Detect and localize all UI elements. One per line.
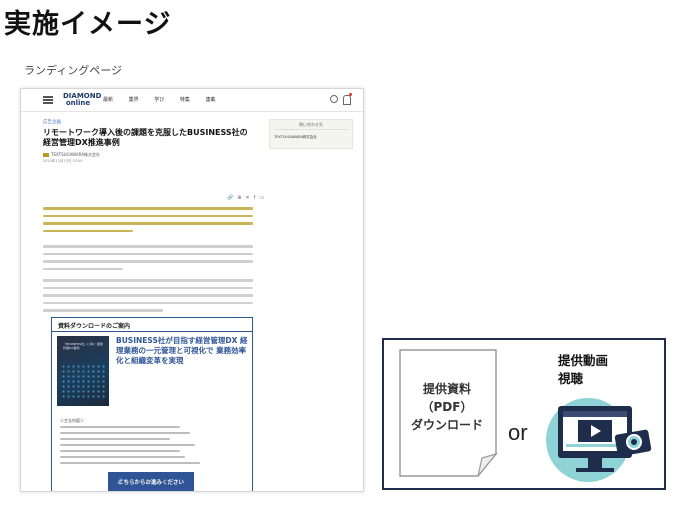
cover-pattern	[61, 364, 105, 400]
text-line	[43, 214, 253, 217]
text-line	[43, 222, 253, 225]
section-label: ランディングページ	[24, 64, 123, 77]
list-item	[60, 462, 200, 464]
mock-article: 広告企画 リモートワーク導入後の課題を克服したBUSINESS社の経営管理DX推…	[43, 119, 264, 491]
nav-item[interactable]: 連載	[205, 97, 215, 103]
article-category: 広告企画	[43, 120, 61, 125]
list-item	[60, 438, 170, 440]
points-list	[60, 426, 240, 468]
text-line	[43, 260, 253, 263]
video-monitor-icon	[546, 398, 652, 482]
nav-item[interactable]: 最新	[103, 97, 113, 103]
body-text	[43, 245, 255, 275]
whitepaper-cover-title: 「BUSINESS社」に導く 経営管理DX事例	[63, 342, 103, 350]
list-item	[60, 444, 195, 446]
mock-header: DIAMOND online 最新 業界 学び 特集 連載	[21, 89, 363, 112]
divider	[52, 331, 252, 332]
text-line	[43, 309, 163, 312]
text-line	[43, 245, 253, 248]
article-date: 2024年12月13日 10:00	[43, 159, 83, 163]
site-logo[interactable]: DIAMOND online	[63, 93, 101, 107]
nav-item[interactable]: 学び	[154, 97, 164, 103]
article-headline: リモートワーク導入後の課題を克服したBUSINESS社の経営管理DX推進事例	[43, 128, 248, 147]
contact-sidebar: 問い合わせ先 TEXTSUGAWARA株式会社	[269, 119, 353, 149]
whitepaper-cover: 「BUSINESS社」に導く 経営管理DX事例	[57, 336, 109, 406]
text-line	[43, 301, 253, 304]
hamburger-icon[interactable]	[43, 96, 53, 104]
list-item	[60, 456, 185, 458]
list-item	[60, 426, 180, 428]
contact-title: 問い合わせ先	[299, 122, 323, 127]
text-line	[43, 279, 253, 282]
share-icons-bottom[interactable]: 🔗⊕✕f▭⊙	[117, 479, 172, 485]
list-item	[60, 432, 190, 434]
offer-panel: 提供資料 （PDF） ダウンロード or 提供動画 視聴	[382, 338, 666, 490]
text-line	[43, 294, 253, 297]
body-text	[43, 279, 255, 317]
share-icons[interactable]: 🔗⊕✕f▭	[227, 195, 268, 201]
text-line	[43, 229, 133, 232]
text-line	[43, 267, 123, 270]
download-box: 資料ダウンロードのご案内 「BUSINESS社」に導く 経営管理DX事例 BUS…	[51, 317, 253, 491]
nav-item[interactable]: 特集	[180, 97, 190, 103]
nav-item[interactable]: 業界	[129, 97, 139, 103]
author-name: TEXTSUGAWARA株式会社	[51, 152, 100, 157]
text-line	[43, 286, 253, 289]
user-icon[interactable]	[343, 95, 351, 105]
text-line	[43, 252, 253, 255]
page-title: 実施イメージ	[4, 9, 172, 40]
download-heading: BUSINESS社が目指す経営管理DX 経理業務の一元管理と可視化で 業務効率化…	[116, 336, 248, 365]
notification-dot	[349, 93, 352, 96]
points-title: ＜主な内容＞	[60, 418, 84, 423]
article-author: TEXTSUGAWARA株式会社	[43, 152, 255, 158]
text-line	[43, 207, 253, 210]
divider	[274, 129, 348, 130]
or-text: or	[508, 420, 528, 445]
contact-company[interactable]: TEXTSUGAWARA株式会社	[274, 135, 317, 140]
search-icon[interactable]	[330, 95, 338, 103]
download-box-title: 資料ダウンロードのご案内	[58, 323, 131, 330]
list-item	[60, 450, 180, 452]
mock-nav: 最新 業界 学び 特集 連載	[103, 96, 229, 103]
lead-text	[43, 207, 255, 237]
video-label: 提供動画 視聴	[558, 353, 609, 386]
author-badge	[43, 153, 49, 157]
landing-page-mockup: DIAMOND online 最新 業界 学び 特集 連載 広告企画 リモートワ…	[20, 88, 364, 492]
document-label: 提供資料 （PDF） ダウンロード	[410, 382, 483, 432]
